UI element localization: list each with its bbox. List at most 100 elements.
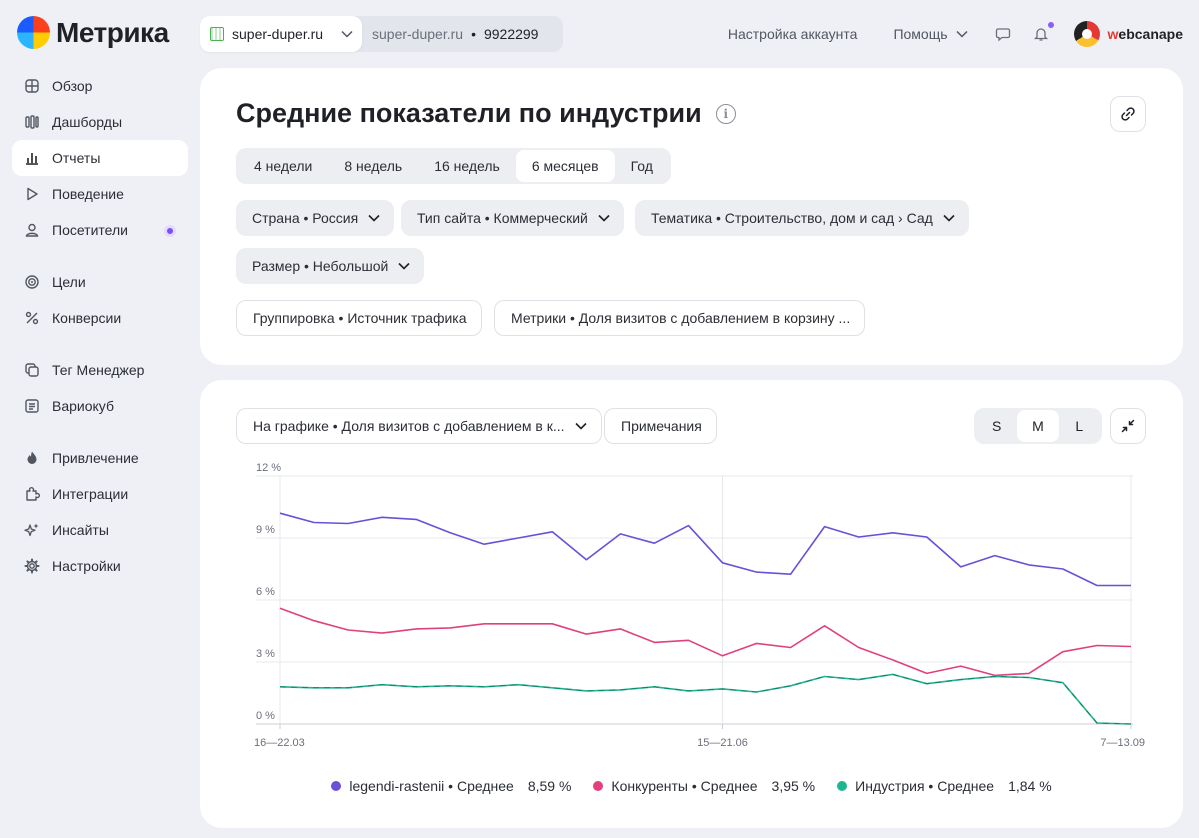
legend-label: legendi-rastenii • Среднее — [349, 778, 514, 794]
sidebar-item-label: Конверсии — [52, 310, 122, 326]
report-header-card: Средние показатели по индустрии i 4 неде… — [200, 68, 1183, 365]
filter-country-label: Страна • Россия — [252, 210, 359, 226]
page-title: Средние показатели по индустрии i — [236, 98, 736, 129]
legend-dot-icon — [837, 781, 848, 791]
y-tick-label: 9 % — [256, 524, 275, 536]
sparkle-icon — [24, 522, 40, 538]
filter-topic[interactable]: Тематика • Строительство, дом и сад › Са… — [635, 200, 969, 236]
filter-country[interactable]: Страна • Россия — [236, 200, 395, 236]
period-selector: 4 недели 8 недель 16 недель 6 месяцев Го… — [236, 148, 671, 184]
sidebar-item-settings[interactable]: Настройки — [12, 548, 188, 584]
sidebar-item-label: Посетители — [52, 222, 128, 238]
gear-icon — [24, 558, 40, 574]
account-settings-link[interactable]: Настройка аккаунта — [728, 26, 858, 42]
sidebar-item-variocube[interactable]: Вариокуб — [12, 388, 188, 424]
sidebar: Обзор Дашборды Отчеты Поведение Посетите… — [12, 68, 188, 584]
filter-site-type[interactable]: Тип сайта • Коммерческий — [401, 200, 624, 236]
y-tick-label: 12 % — [256, 462, 281, 474]
x-tick-label: 16—22.03 — [254, 737, 305, 749]
filter-size[interactable]: Размер • Небольшой — [236, 248, 425, 284]
period-8-weeks[interactable]: 8 недель — [328, 150, 418, 182]
counter-selector: super-duper.ru super-duper.ru • 9922299 — [200, 16, 563, 52]
sidebar-item-label: Инсайты — [52, 522, 109, 538]
notifications-button[interactable] — [1032, 22, 1054, 43]
info-icon[interactable]: i — [715, 103, 736, 124]
variocube-icon — [24, 398, 40, 414]
sidebar-item-visitors[interactable]: Посетители — [12, 212, 188, 248]
line-chart: 0 % 3 % 6 % 9 % 12 % 16—22.03 15—21.06 7—13.09 — [254, 462, 1145, 749]
sidebar-item-behavior[interactable]: Поведение — [12, 176, 188, 212]
series-line-1 — [279, 607, 1132, 677]
legend-item[interactable]: Индустрия • Среднее 1,84 % — [837, 778, 1052, 794]
tag-manager-icon — [24, 362, 40, 378]
page-title-text: Средние показатели по индустрии — [236, 98, 702, 128]
sidebar-item-overview[interactable]: Обзор — [12, 68, 188, 104]
sidebar-item-label: Привлечение — [52, 450, 139, 466]
legend-label: Конкуренты • Среднее — [611, 778, 758, 794]
chat-button[interactable] — [994, 25, 1012, 43]
help-label: Помощь — [893, 26, 948, 42]
sidebar-item-label: Отчеты — [52, 150, 101, 166]
sidebar-item-dashboards[interactable]: Дашборды — [12, 104, 188, 140]
sidebar-item-tag-manager[interactable]: Тег Менеджер — [12, 352, 188, 388]
filter-site-type-label: Тип сайта • Коммерческий — [417, 210, 588, 226]
site-favicon-icon — [210, 27, 224, 41]
new-badge — [164, 225, 176, 237]
period-4-weeks[interactable]: 4 недели — [238, 150, 328, 182]
link-icon — [1121, 107, 1135, 121]
legend-item[interactable]: legendi-rastenii • Среднее 8,59 % — [331, 778, 571, 794]
sidebar-item-integrations[interactable]: Интеграции — [12, 476, 188, 512]
metrics-button[interactable]: Метрики • Доля визитов с добавлением в к… — [494, 300, 866, 336]
chevron-down-icon — [943, 214, 955, 222]
chevron-down-icon — [398, 262, 410, 270]
period-year[interactable]: Год — [615, 150, 669, 182]
series-line-2 — [279, 673, 1132, 725]
avatar — [1073, 21, 1100, 47]
sidebar-item-reports[interactable]: Отчеты — [12, 140, 188, 176]
filter-topic-label: Тематика • Строительство, дом и сад › Са… — [651, 210, 933, 226]
legend-dot-icon — [593, 781, 604, 791]
filter-size-label: Размер • Небольшой — [252, 258, 389, 274]
user-icon — [24, 222, 40, 238]
y-tick-label: 6 % — [256, 586, 275, 598]
counter-separator: • — [471, 26, 476, 42]
target-icon — [24, 274, 40, 290]
grid-icon — [24, 78, 40, 94]
sidebar-item-label: Вариокуб — [52, 398, 114, 414]
metrics-label: Метрики • Доля визитов с добавлением в к… — [511, 310, 851, 326]
user-name: webcanape — [1107, 26, 1183, 42]
logo-text: Метрика — [56, 16, 169, 48]
percent-icon — [24, 310, 40, 326]
sidebar-item-conversions[interactable]: Конверсии — [12, 300, 188, 336]
help-menu[interactable]: Помощь — [893, 26, 968, 42]
period-16-weeks[interactable]: 16 недель — [418, 150, 516, 182]
sidebar-item-label: Настройки — [52, 558, 121, 574]
bell-icon — [1033, 28, 1048, 41]
notification-badge — [1047, 22, 1054, 28]
copy-link-button[interactable] — [1110, 96, 1146, 132]
sidebar-item-goals[interactable]: Цели — [12, 264, 188, 300]
user-menu[interactable]: webcanape — [1073, 21, 1183, 47]
top-right-bar: Настройка аккаунта Помощь webcanape — [728, 16, 1183, 52]
chat-icon — [995, 28, 1010, 42]
sidebar-item-label: Цели — [52, 274, 86, 290]
grouping-button[interactable]: Группировка • Источник трафика — [236, 300, 482, 336]
sidebar-item-label: Обзор — [52, 78, 93, 94]
legend-value: 3,95 % — [771, 778, 816, 794]
counter-dropdown[interactable]: super-duper.ru — [200, 16, 362, 52]
sidebar-item-acquisition[interactable]: Привлечение — [12, 440, 188, 476]
dashboards-icon — [24, 114, 40, 130]
series-line-0 — [279, 512, 1131, 587]
legend-value: 1,84 % — [1008, 778, 1052, 794]
sidebar-item-insights[interactable]: Инсайты — [12, 512, 188, 548]
counter-id: 9922299 — [483, 26, 539, 42]
reports-icon — [24, 150, 40, 166]
sidebar-item-label: Поведение — [52, 186, 124, 202]
period-6-months[interactable]: 6 месяцев — [515, 150, 615, 182]
fire-icon — [24, 450, 40, 466]
metrika-logo[interactable]: Метрика — [17, 16, 169, 49]
legend-value: 8,59 % — [527, 778, 572, 794]
legend-item[interactable]: Конкуренты • Среднее 3,95 % — [593, 778, 815, 794]
y-tick-label: 0 % — [256, 710, 275, 722]
x-tick-label: 15—21.06 — [697, 737, 748, 749]
